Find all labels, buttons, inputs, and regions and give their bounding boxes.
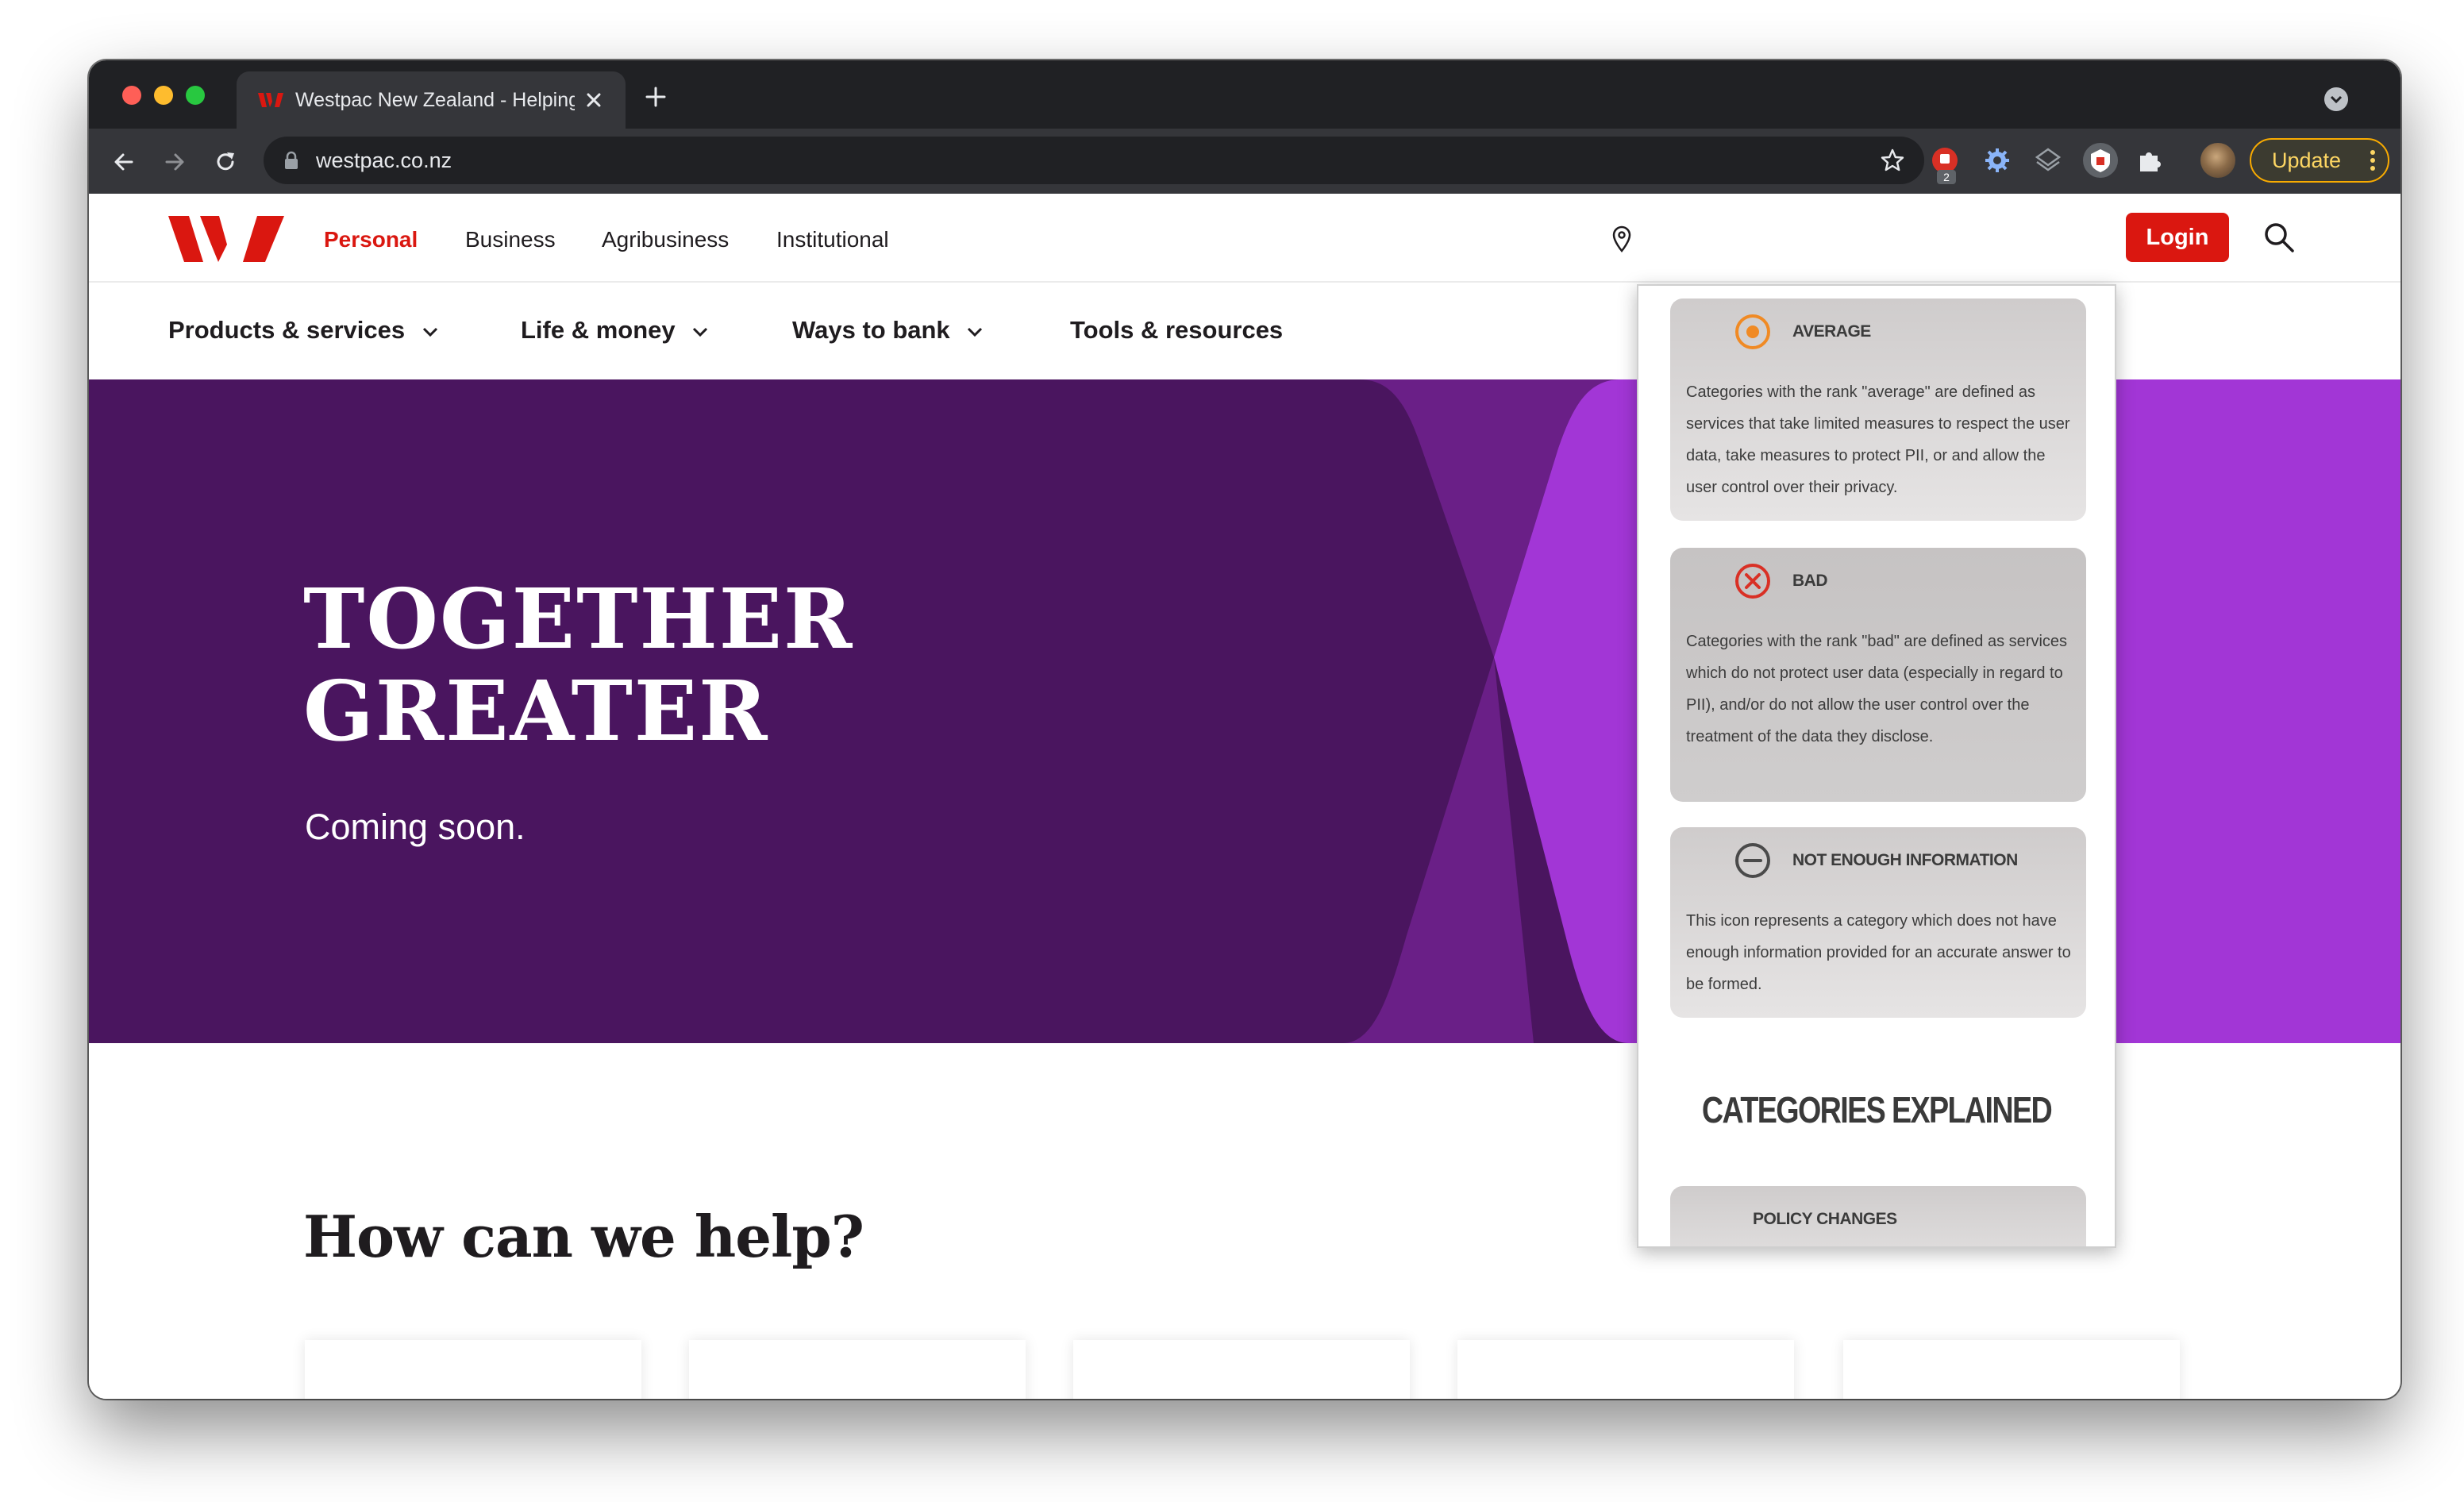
reload-icon[interactable] <box>213 149 238 175</box>
browser-window: Westpac New Zealand - Helping westpac.co… <box>89 60 2400 1399</box>
segment-agribusiness[interactable]: Agribusiness <box>602 225 729 254</box>
privacy-extension-icon[interactable] <box>2081 141 2119 179</box>
profile-avatar[interactable] <box>2200 143 2235 178</box>
nav-life-money[interactable]: Life & money <box>521 314 709 346</box>
segment-nav: Personal Business Agribusiness Instituti… <box>89 194 2400 283</box>
location-pin-icon[interactable] <box>1611 225 1632 252</box>
search-icon[interactable] <box>2262 221 2296 254</box>
category-text-bad: Categories with the rank "bad" are defin… <box>1686 633 2068 745</box>
lock-icon <box>285 151 298 169</box>
category-card-average: AVERAGE Categories with the rank "averag… <box>1670 298 2086 521</box>
extension-badge: 2 <box>1937 170 1956 184</box>
chevron-down-icon <box>968 327 983 337</box>
gear-extension-icon[interactable] <box>1981 144 2013 176</box>
new-tab-icon[interactable] <box>645 86 667 108</box>
average-icon <box>1735 314 1770 349</box>
category-title-not-enough-info: NOT ENOUGH INFORMATION <box>1792 851 2018 869</box>
maximize-window-button[interactable] <box>186 86 205 105</box>
update-button[interactable]: Update <box>2250 138 2389 183</box>
segment-personal[interactable]: Personal <box>324 225 418 254</box>
help-card[interactable] <box>1843 1340 2180 1399</box>
nav-ways-to-bank-label: Ways to bank <box>792 316 950 344</box>
policy-changes-card[interactable]: POLICY CHANGES <box>1670 1186 2086 1246</box>
browser-toolbar: westpac.co.nz 2 Update <box>89 129 2400 194</box>
category-text-not-enough-info: This icon represents a category which do… <box>1686 912 2071 993</box>
westpac-logo[interactable] <box>168 216 284 262</box>
hero-title: TOGETHER GREATER <box>303 573 853 757</box>
minimize-window-button[interactable] <box>154 86 173 105</box>
nav-products-services-label: Products & services <box>168 316 406 344</box>
categories-explained-heading: CATEGORIES EXPLAINED <box>1701 1089 2053 1130</box>
nav-products-services[interactable]: Products & services <box>168 314 439 346</box>
help-card[interactable] <box>689 1340 1026 1399</box>
category-text-average: Categories with the rank "average" are d… <box>1686 383 2070 496</box>
browser-titlebar: Westpac New Zealand - Helping <box>89 60 2400 129</box>
back-icon[interactable] <box>111 149 137 175</box>
close-window-button[interactable] <box>122 86 141 105</box>
segment-business[interactable]: Business <box>465 225 556 254</box>
nav-ways-to-bank[interactable]: Ways to bank <box>792 314 984 346</box>
hero-subtitle: Coming soon. <box>305 807 526 847</box>
help-heading: How can we help? <box>303 1203 864 1270</box>
update-label: Update <box>2272 148 2342 172</box>
puzzle-extensions-icon[interactable] <box>2134 144 2166 176</box>
bookmark-star-icon[interactable] <box>1880 148 1905 173</box>
privacy-extension-popup: AVERAGE Categories with the rank "averag… <box>1637 284 2116 1248</box>
layers-extension-icon[interactable] <box>2032 144 2064 176</box>
webpage: Personal Business Agribusiness Instituti… <box>89 194 2400 1399</box>
chevron-down-icon <box>422 327 437 337</box>
policy-changes-title: POLICY CHANGES <box>1753 1210 1897 1228</box>
nav-tools-resources-label: Tools & resources <box>1070 316 1284 344</box>
help-card[interactable] <box>305 1340 641 1399</box>
tab-close-icon[interactable] <box>583 89 605 111</box>
help-card[interactable] <box>1073 1340 1410 1399</box>
address-bar[interactable]: westpac.co.nz <box>264 137 1924 184</box>
segment-institutional[interactable]: Institutional <box>776 225 889 254</box>
browser-tab[interactable]: Westpac New Zealand - Helping <box>237 71 626 129</box>
category-title-bad: BAD <box>1792 572 1828 590</box>
bad-icon <box>1735 564 1770 599</box>
nav-tools-resources[interactable]: Tools & resources <box>1070 314 1283 346</box>
url-text: westpac.co.nz <box>316 148 452 172</box>
help-card[interactable] <box>1457 1340 1794 1399</box>
tab-search-icon[interactable] <box>2324 87 2348 111</box>
category-card-not-enough-info: NOT ENOUGH INFORMATION This icon represe… <box>1670 827 2086 1018</box>
westpac-favicon-icon <box>258 93 283 107</box>
more-menu-icon <box>2370 150 2375 171</box>
nav-life-money-label: Life & money <box>521 316 676 344</box>
category-title-average: AVERAGE <box>1792 322 1871 341</box>
not-enough-info-icon <box>1735 843 1770 878</box>
hero-title-line-2: GREATER <box>303 662 769 760</box>
chevron-down-icon <box>693 327 708 337</box>
login-button[interactable]: Login <box>2126 213 2229 262</box>
tab-title: Westpac New Zealand - Helping <box>295 89 575 111</box>
forward-icon[interactable] <box>162 149 187 175</box>
hero-title-line-1: TOGETHER <box>303 570 854 668</box>
category-card-bad: BAD Categories with the rank "bad" are d… <box>1670 548 2086 802</box>
